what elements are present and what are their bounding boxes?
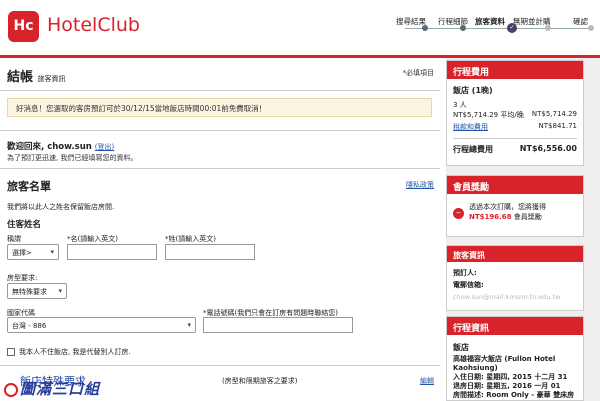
country-code-select[interactable]: 台灣 - 886 ▾	[7, 317, 196, 333]
step-progress-line	[405, 28, 591, 29]
trip-hotel-label: 飯店	[453, 343, 469, 352]
checkout-date: 退房日期: 星期五, 2016 一月 01	[453, 382, 561, 390]
watermark: 圖滿三口組	[4, 378, 100, 399]
brand-name[interactable]: HotelClub	[47, 14, 140, 36]
cost-total-row: 行程總費用 NT$6,556.00	[453, 144, 577, 154]
page-title: 結帳 旅客資訊	[7, 70, 66, 85]
booker-label: 預訂人:	[453, 269, 477, 277]
email-value: chow.sun@mail.kmsmr.tn.edu.tw	[453, 293, 561, 301]
chevron-down-icon: ▾	[187, 321, 191, 329]
checkin-date: 入住日期: 星期四, 2015 十二月 31	[453, 373, 568, 381]
header: Hc HotelClub 搜尋結果 行程細節 旅客資料 無期並計購 確認 ✓	[0, 0, 600, 55]
main-content: 結帳 旅客資訊 *必填項目 好消息！您選取的客房預訂可於30/12/15當地飯店…	[0, 58, 440, 401]
cost-title: 行程費用	[447, 61, 583, 79]
step-dot-pending	[545, 25, 551, 31]
logo-mark[interactable]: Hc	[8, 11, 39, 42]
cost-avg-row: NT$5,714.29 平均/晚 NT$5,714.29	[453, 110, 577, 119]
room-request-select[interactable]: 無特殊要求 ▾	[7, 283, 67, 299]
special-request-note: (房型和限期旅客之要求)	[222, 377, 298, 385]
guest-desc: 我們將以此人之姓名保留飯店房間.	[7, 203, 115, 211]
divider	[0, 130, 440, 131]
last-name-label: *姓(請輸入英文)	[165, 235, 216, 243]
step-dot-done	[422, 25, 428, 31]
room-description: 房間描述: Room Only - 豪華 雙床房 - 城	[453, 391, 577, 399]
not-staying-checkbox[interactable]	[7, 348, 15, 356]
step-dot-done	[460, 25, 466, 31]
cost-tax-row: 稅款和費用 NT$841.71	[453, 122, 577, 131]
trip-title: 行程資訊	[447, 317, 583, 335]
last-name-input[interactable]	[165, 244, 255, 260]
sidebar: 行程費用 飯店 (1晚) 3 人 NT$5,714.29 平均/晚 NT$5,7…	[446, 58, 600, 401]
first-name-label: *名(請輸入英文)	[67, 235, 118, 243]
watermark-logo-icon	[4, 382, 18, 397]
welcome-text: 歡迎回來, chow.sun (登出)	[7, 142, 115, 152]
cost-box: 行程費用 飯店 (1晚) 3 人 NT$5,714.29 平均/晚 NT$5,7…	[446, 60, 584, 166]
phone-input[interactable]	[203, 317, 353, 333]
title-select[interactable]: 選擇> ▾	[7, 244, 59, 260]
chevron-down-icon: ▾	[58, 287, 62, 295]
step-dot-current-icon: ✓	[507, 23, 517, 33]
free-cancel-notice: 好消息！您選取的客房預訂可於30/12/15當地飯店時間00:01前免費取消！	[7, 98, 432, 117]
reward-line1: 透過本次訂購，您將獲得	[469, 203, 546, 211]
required-note: *必填項目	[402, 69, 435, 77]
reward-title: 會員獎勵	[447, 176, 583, 194]
divider	[0, 168, 440, 169]
cost-hotel-label: 飯店 (1晚)	[453, 86, 493, 95]
step-dot-pending	[588, 25, 594, 31]
not-staying-label: 我本人不住飯店, 我是代替別人訂房.	[19, 348, 131, 356]
privacy-link[interactable]: 隱私政策	[406, 180, 434, 190]
step-guest-info: 旅客資料	[475, 17, 505, 26]
guest-name-heading: 住客姓名	[7, 220, 42, 230]
logout-link[interactable]: (登出)	[95, 143, 114, 151]
divider	[0, 90, 440, 91]
trip-box: 行程資訊 飯店 高雄福容大飯店 (Fullon Hotel Kaohsiung)…	[446, 316, 584, 401]
tax-fees-link[interactable]: 稅款和費用	[453, 123, 488, 131]
reward-box: 會員獎勵 − 透過本次訂購，您將獲得 NT$196.68 會員獎勵	[446, 175, 584, 237]
chevron-down-icon: ▾	[50, 248, 54, 256]
divider	[0, 365, 440, 366]
reward-amount: NT$196.68	[469, 213, 512, 221]
welcome-subtext: 為了預訂更迅速, 我們已經填寫您的資料。	[7, 154, 138, 162]
room-request-label: 房型要求:	[7, 274, 38, 282]
step-confirm: 確認	[573, 17, 588, 26]
guest-list-title: 旅客名單	[7, 180, 51, 193]
email-label: 電郵信箱:	[453, 281, 484, 289]
title-label: 稱謂	[7, 235, 21, 243]
traveler-title: 旅客資訊	[447, 246, 583, 262]
cost-persons: 3 人	[453, 101, 467, 109]
special-request-edit-link[interactable]: 編輯	[420, 376, 434, 386]
first-name-input[interactable]	[67, 244, 157, 260]
page-subtitle: 旅客資訊	[37, 75, 66, 83]
hotel-name: 高雄福容大飯店 (Fullon Hotel Kaohsiung)	[453, 355, 556, 372]
reward-line2: 會員獎勵	[513, 213, 542, 221]
reward-icon: −	[453, 208, 464, 219]
traveler-box: 旅客資訊 預訂人: 電郵信箱: chow.sun@mail.kmsmr.tn.e…	[446, 245, 584, 311]
